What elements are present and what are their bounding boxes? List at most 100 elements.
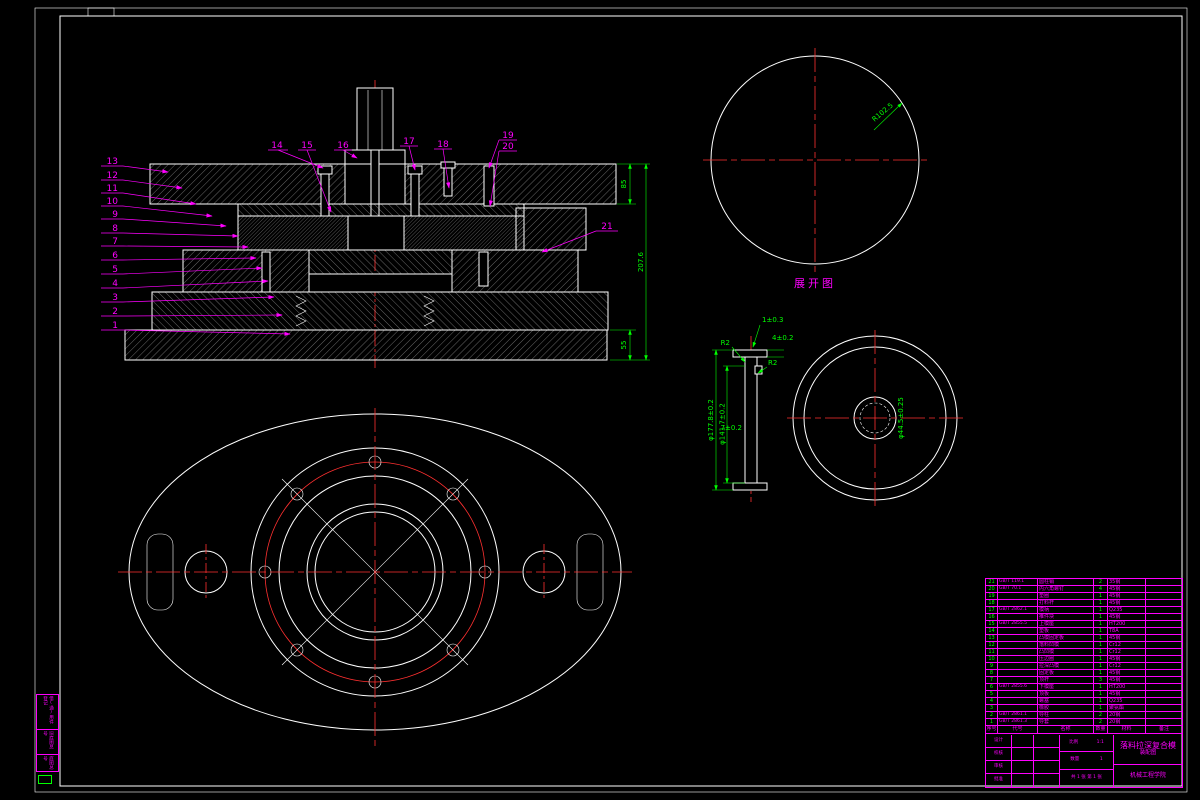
scale-value: 1:1 [1096,739,1104,745]
part-note [1146,663,1182,669]
part-note [1146,607,1182,613]
part-note [1146,670,1182,676]
part-no: 4 [986,698,998,704]
part-note [1146,656,1182,662]
header-qty: 数量 [1094,726,1108,733]
part-no: 12 [986,642,998,648]
svg-text:9: 9 [112,210,118,220]
margin-block-2: 旧底图总号 [36,729,59,755]
parts-row: 5 顶板 1 45钢 [986,691,1182,698]
part-no: 6 [986,684,998,690]
dim-height: 7±0.2 [721,424,742,432]
dim-dia-outer: φ177.8±0.2 [707,399,715,441]
part-note [1146,677,1182,683]
part-name: 内六角螺钉 [1038,586,1094,592]
parts-row: 9 拉深凸模 1 Cr12 [986,663,1182,670]
part-name: 模柄 [1038,607,1094,613]
part-material: 45钢 [1108,593,1146,599]
parts-row: 18 打料杆 1 45钢 [986,600,1182,607]
part-name: 固定板 [1038,670,1094,676]
signature-row: 审核 [986,761,1060,774]
part-note [1146,719,1182,725]
part-code: GB/T 119.1 [998,579,1038,585]
parts-row: 8 固定板 1 45钢 [986,670,1182,677]
scale-block: 比例 1:1 数量 1 共 1 张 第 1 张 [1060,735,1114,787]
part-material: 45钢 [1108,677,1146,683]
parts-row: 21 GB/T 119.1 圆柱销 2 35钢 [986,579,1182,586]
part-no: 1 [986,719,998,725]
part-qty: 3 [1094,677,1108,683]
lower-plate [151,291,609,331]
part-name: 打料杆 [1038,600,1094,606]
unfold-caption: 展开图 [794,277,836,290]
part-material: 45钢 [1108,614,1146,620]
header-name: 名称 [1038,726,1094,733]
part-code: GB/T 2855.5 [998,621,1038,627]
svg-text:5: 5 [112,265,118,275]
part-qty: 2 [1094,579,1108,585]
part-qty: 1 [1094,607,1108,613]
part-qty: 1 [1094,628,1108,634]
part-name: 圆柱销 [1038,579,1094,585]
part-qty: 1 [1094,649,1108,655]
svg-text:4: 4 [112,279,118,289]
section-view: 13 12 11 10 9 8 7 6 5 4 3 2 1 14 15 16 1… [101,80,650,368]
header-no: 序号 [986,726,998,733]
part-note [1146,705,1182,711]
dim-thickness: 1±0.3 [762,316,783,324]
die-shank [356,87,394,153]
part-note [1146,621,1182,627]
part-no: 15 [986,621,998,627]
part-material: Cr12 [1108,663,1146,669]
part-code [998,698,1038,704]
title-block: 21 GB/T 119.1 圆柱销 2 35钢 20 GB/T 70.1 内六角… [985,578,1183,788]
blank-radius-label: R102.5 [871,101,895,123]
part-name: 橡胶 [1038,705,1094,711]
part-code [998,635,1038,641]
part-name: 螺塞 [1038,698,1094,704]
sheet-count: 共 1 张 第 1 张 [1071,775,1102,781]
margin-block-3: 底图总号 [36,754,59,772]
part-note [1146,698,1182,704]
part-qty: 1 [1094,593,1108,599]
part-code [998,670,1038,676]
parts-row: 15 GB/T 2855.5 上模座 1 HT200 [986,621,1182,628]
part-qty: 1 [1094,642,1108,648]
svg-text:3: 3 [112,293,118,303]
part-name: 导套 [1038,719,1094,725]
part-no: 8 [986,670,998,676]
parts-row: 14 垫板 1 T8A [986,628,1182,635]
part-material: Q235 [1108,607,1146,613]
part-no: 16 [986,614,998,620]
part-no: 13 [986,635,998,641]
svg-text:15: 15 [301,141,312,151]
part-note [1146,635,1182,641]
signature-date [1034,748,1060,760]
part-code: GB/T 70.1 [998,586,1038,592]
part-no: 5 [986,691,998,697]
qty-value: 1 [1099,757,1103,763]
part-material: Cr12 [1108,642,1146,648]
part-no: 14 [986,628,998,634]
part-note [1146,684,1182,690]
signature-row: 设计 [986,735,1060,748]
svg-text:8: 8 [112,224,118,234]
part-note [1146,628,1182,634]
svg-text:20: 20 [502,142,514,152]
part-code [998,614,1038,620]
title-block-bottom: 设计 校核 审核 批准 比例 1:1 数量 1 共 1 张 第 1 张 落料拉深… [986,735,1182,787]
parts-row: 1 GB/T 2861.3 导套 2 20钢 [986,719,1182,726]
signature-grid: 设计 校核 审核 批准 [986,735,1060,787]
part-name: 落料凹模 [1038,642,1094,648]
part-qty: 1 [1094,705,1108,711]
part-code [998,600,1038,606]
part-material: 20钢 [1108,712,1146,718]
part-code: GB/T 2861.1 [998,712,1038,718]
signature-date [1034,774,1060,787]
part-qty: 1 [1094,670,1108,676]
part-material: T8A [1108,628,1146,634]
header-material: 材料 [1108,726,1146,733]
part-qty: 1 [1094,614,1108,620]
signature-row: 批准 [986,774,1060,787]
part-note [1146,691,1182,697]
